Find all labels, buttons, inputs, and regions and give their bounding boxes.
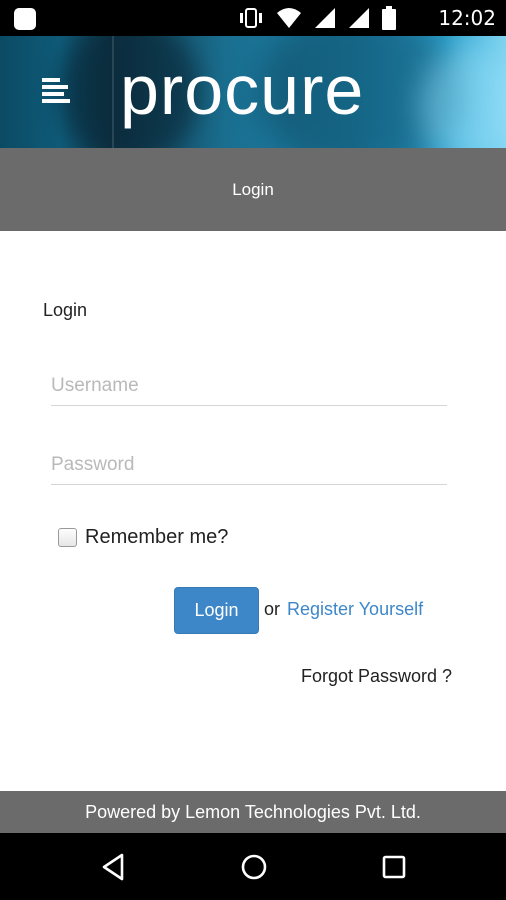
remember-me-label: Remember me? — [85, 526, 229, 548]
page-title: Login — [232, 179, 274, 199]
footer-text: Powered by Lemon Technologies Pvt. Ltd. — [85, 801, 421, 822]
battery-icon — [382, 6, 396, 30]
status-icons — [238, 6, 396, 30]
signal-icon-2 — [349, 8, 369, 28]
footer: Powered by Lemon Technologies Pvt. Ltd. — [0, 791, 506, 833]
vibrate-icon — [240, 8, 262, 28]
form-heading: Login — [43, 300, 88, 320]
clock: 12:02 — [438, 6, 496, 30]
signal-icon — [315, 8, 335, 28]
app-logo: procure — [120, 51, 365, 129]
menu-icon[interactable] — [38, 76, 74, 110]
title-bar: Login — [0, 148, 506, 231]
wifi-icon — [277, 8, 301, 28]
app-banner: procure — [0, 36, 506, 148]
or-text: or — [264, 599, 281, 619]
home-icon[interactable] — [238, 851, 270, 883]
recent-apps-icon[interactable] — [378, 851, 410, 883]
login-button[interactable]: Login — [174, 587, 259, 634]
notification-icon — [14, 8, 36, 30]
nav-bar — [0, 833, 506, 900]
register-link[interactable]: Register Yourself — [287, 599, 423, 620]
forgot-password-link[interactable]: Forgot Password ? — [301, 666, 452, 687]
password-input[interactable] — [51, 445, 447, 485]
remember-me-checkbox[interactable] — [58, 528, 77, 547]
status-bar: 12:02 — [0, 0, 506, 36]
remember-me[interactable]: Remember me? — [58, 526, 228, 549]
back-icon[interactable] — [98, 851, 130, 883]
username-input[interactable] — [51, 366, 447, 406]
